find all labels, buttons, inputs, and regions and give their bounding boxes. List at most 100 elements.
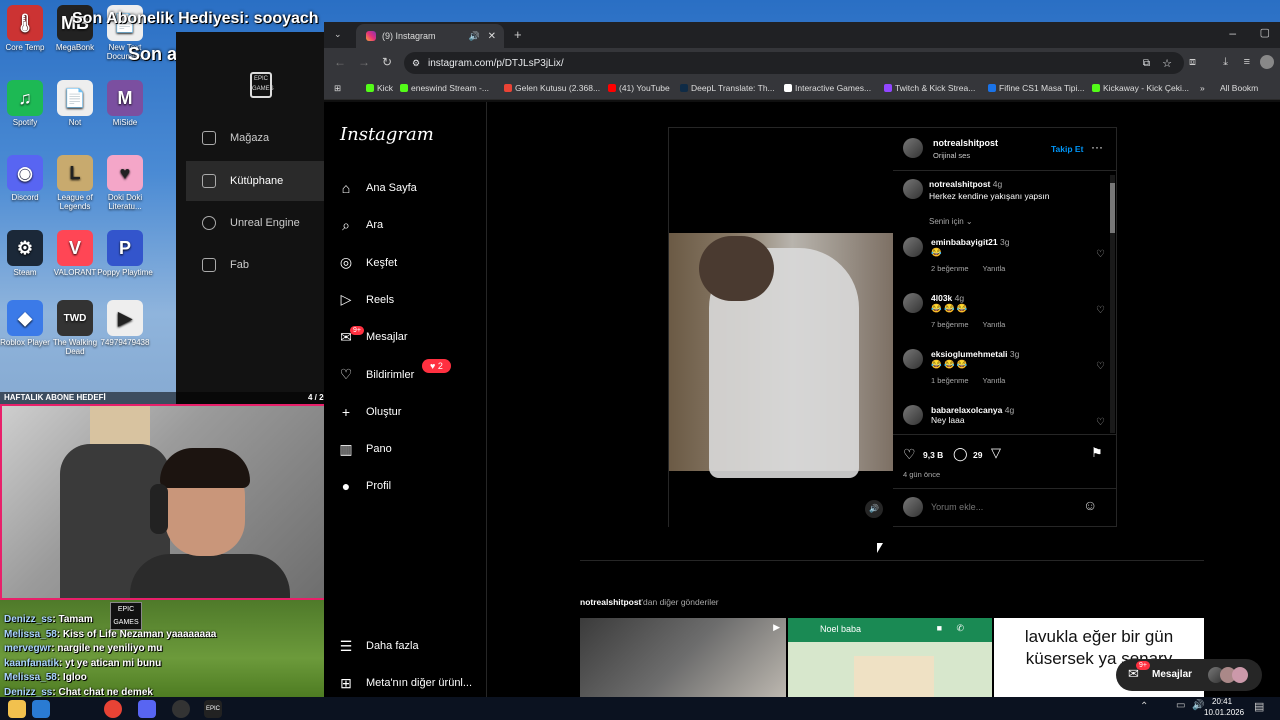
bookmark-item[interactable]: Gelen Kutusu (2.368... [504,83,600,93]
nav-more[interactable]: ☰ Daha fazla [338,632,483,660]
audio-icon[interactable]: 🔊 [469,31,480,42]
discord-icon[interactable] [138,700,156,718]
bookmark-item[interactable]: Fifine CS1 Masa Tipi... [988,83,1085,93]
comment-username[interactable]: babarelaxolcanya [931,405,1002,415]
likes-count[interactable]: 9,3 B [923,450,943,460]
vscode-icon[interactable] [32,700,50,718]
media-icon[interactable]: ≡ [1244,56,1250,68]
epic-nav-library[interactable]: Kütüphane [186,161,326,201]
maximize-button[interactable]: ▢ [1260,26,1270,39]
bookmark-item[interactable]: (41) YouTube [608,83,670,93]
close-tab-icon[interactable]: ✕ [488,31,496,42]
reel-video[interactable]: 🔊 [669,128,893,528]
epic-taskbar-icon[interactable]: EPIC [204,700,222,718]
comment-like-heart-icon[interactable]: ♡ [1096,361,1105,372]
commenter-avatar[interactable] [903,349,923,369]
tab-list-icon[interactable]: ⌄ [334,29,342,40]
comment-username[interactable]: 4l03k [931,293,952,303]
reply-link[interactable]: Yanıtla [983,264,1006,273]
nav-item[interactable]: ◎ Keşfet [338,249,483,277]
new-tab-button[interactable]: + [514,27,522,42]
nav-item[interactable]: ♡ Bildirimler [338,361,483,389]
forward-icon[interactable]: → [358,55,370,69]
follow-button[interactable]: Takip Et [1051,144,1083,154]
site-info-icon[interactable]: ⚙ [412,58,420,69]
extensions-icon[interactable]: ⧈ [1189,56,1196,69]
commenter-avatar[interactable] [903,293,923,313]
comments-scroll[interactable]: notrealshitpost 4g Herkez kendine yakışa… [893,171,1117,433]
scrollbar[interactable] [1110,175,1115,433]
more-posts-username[interactable]: notrealshitpost [580,597,641,607]
comment-likes[interactable]: 7 beğenme [931,320,969,329]
save-bookmark-icon[interactable]: ⚑ [1091,445,1103,461]
clock-date[interactable]: 10.01.2026 [1204,708,1244,717]
comment-like-heart-icon[interactable]: ♡ [1096,417,1105,428]
notification-center-icon[interactable]: ▤ [1254,700,1264,713]
thumb-post-2[interactable]: Noel baba ■ ✆ [788,618,992,698]
nav-item[interactable]: + Oluştur [338,398,483,426]
apps-grid-icon[interactable]: ⊞ [334,83,341,94]
download-icon[interactable]: ⤓ [1223,56,1228,69]
author-username[interactable]: notrealshitpost [933,138,998,148]
scrollbar-thumb[interactable] [1110,183,1115,233]
desktop-shortcut[interactable]: ▶ 74979479438 [95,300,155,347]
desktop-shortcut[interactable]: ♥ Doki Doki Literatu... [95,155,155,211]
instagram-logo[interactable]: Instagram [340,124,434,145]
bookmark-item[interactable]: Twitch & Kick Strea... [884,83,975,93]
sort-dropdown[interactable]: Senin için ⌄ [929,217,973,226]
comment-likes[interactable]: 1 beğenme [931,376,969,385]
volume-tray-icon[interactable]: 🔊 [1192,700,1204,711]
desktop-shortcut[interactable]: M MiSide [95,80,155,127]
bookmarks-overflow-icon[interactable]: » [1200,83,1205,93]
nav-meta-products[interactable]: ⊞ Meta'nın diğer ürünl... [338,669,483,697]
comment-like-heart-icon[interactable]: ♡ [1096,305,1105,316]
reload-icon[interactable]: ↻ [382,55,392,69]
share-icon[interactable]: ▽ [991,445,1001,461]
chrome-icon[interactable] [104,700,122,718]
commenter-avatar[interactable] [903,405,923,425]
author-avatar[interactable] [903,138,923,158]
minimize-button[interactable]: – [1229,26,1236,40]
nav-item[interactable]: ▥ Pano [338,435,483,463]
caption-username[interactable]: notrealshitpost [929,179,990,189]
comments-count[interactable]: 29 [973,450,982,460]
nav-item[interactable]: ⌕ Ara [338,211,483,239]
volume-icon[interactable]: 🔊 [865,500,883,518]
epic-nav-unreal[interactable]: Unreal Engine [186,203,326,243]
file-explorer-icon[interactable] [8,700,26,718]
clock-time[interactable]: 20:41 [1212,697,1232,706]
caption-avatar[interactable] [903,179,923,199]
obs-icon[interactable] [172,700,190,718]
network-icon[interactable]: ▭ [1176,700,1185,711]
comment-username[interactable]: eksioglumehmetali [931,349,1008,359]
epic-nav-fab[interactable]: Fab [186,245,326,285]
bookmark-item[interactable]: Kick [366,83,393,93]
nav-item[interactable]: ● Profil [338,472,483,500]
reply-link[interactable]: Yanıtla [983,376,1006,385]
tray-chevron-icon[interactable]: ⌃ [1140,701,1148,712]
epic-nav-store[interactable]: Mağaza [186,118,326,158]
nav-item[interactable]: ⌂ Ana Sayfa [338,174,483,202]
tab-instagram[interactable]: (9) Instagram 🔊 ✕ [356,24,504,48]
comment-like-heart-icon[interactable]: ♡ [1096,249,1105,260]
comment-input[interactable] [931,498,1081,516]
more-options-icon[interactable]: ··· [1091,140,1103,154]
nav-item[interactable]: ▷ Reels [338,286,483,314]
all-bookmarks-folder[interactable]: All Bookm [1220,83,1258,93]
comment-likes[interactable]: 2 beğenme [931,264,969,273]
comment-icon[interactable]: ◯ [953,446,968,462]
bookmark-item[interactable]: eneswind Stream -... [400,83,489,93]
profile-avatar[interactable] [1260,55,1274,69]
desktop-shortcut[interactable]: P Poppy Playtime [95,230,155,277]
like-heart-icon[interactable]: ♡ [903,446,916,463]
bookmark-star-icon[interactable]: ☆ [1162,57,1172,70]
url-field[interactable]: ⚙ instagram.com/p/DTJLsP3jLix/ ⧉ ☆ [404,52,1184,74]
reply-link[interactable]: Yanıtla [983,320,1006,329]
commenter-avatar[interactable] [903,237,923,257]
audio-label[interactable]: Orijinal ses [933,151,970,160]
back-icon[interactable]: ← [334,55,346,69]
notification-popup[interactable]: ♥ 2 [422,359,451,373]
bookmark-item[interactable]: DeepL Translate: Th... [680,83,775,93]
install-app-icon[interactable]: ⧉ [1143,58,1150,69]
comment-username[interactable]: eminbabayigit21 [931,237,998,247]
